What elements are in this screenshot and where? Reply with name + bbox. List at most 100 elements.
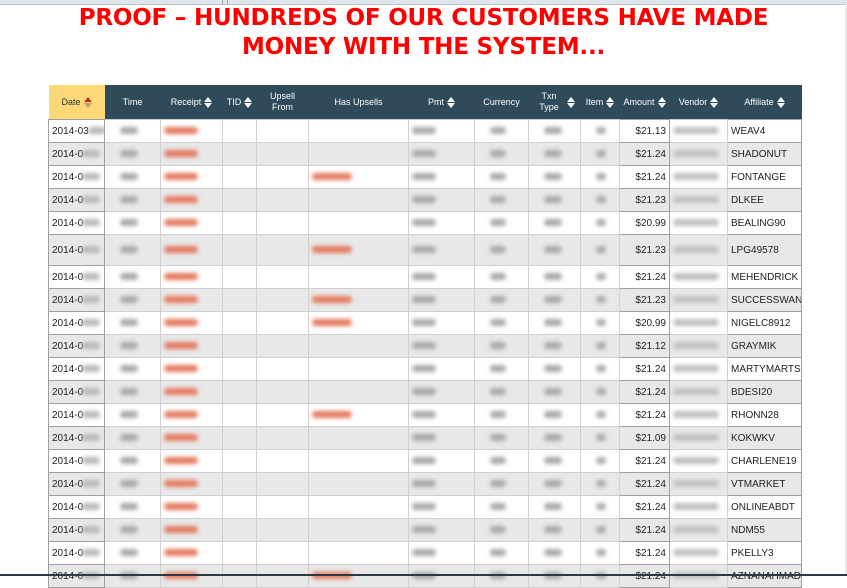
blurred-text <box>544 319 562 327</box>
cell-receipt <box>160 426 223 450</box>
blurred-text <box>596 549 606 557</box>
sort-icon[interactable] <box>710 96 719 108</box>
column-header-currency[interactable]: Currency <box>474 85 529 120</box>
table-row[interactable]: 2014-0 $21.24 AZNANAHMAD <box>48 564 802 588</box>
blurred-text <box>120 365 138 373</box>
table-row[interactable]: 2014-0 $21.24 FONTANGE <box>48 165 802 189</box>
column-header-amount[interactable]: Amount <box>619 85 670 120</box>
blurred-text <box>596 173 606 181</box>
cell-item <box>580 265 620 289</box>
table-row[interactable]: 2014-0 $21.24 SHADONUT <box>48 142 802 166</box>
column-header-txn-type[interactable]: Txn Type <box>528 85 581 120</box>
blurred-text <box>596 127 606 135</box>
column-header-label: TID <box>226 96 242 107</box>
blurred-text <box>312 246 352 254</box>
cell-affiliate: MARTYMARTS <box>727 357 802 381</box>
cell-affiliate: AZNANAHMAD <box>727 564 802 588</box>
date-text: 2014-0 <box>52 317 84 329</box>
cell-amount: $21.24 <box>619 449 670 473</box>
column-header-date[interactable]: Date <box>48 85 105 120</box>
table-row[interactable]: 2014-0 $21.23 DLKEE <box>48 188 802 212</box>
blurred-text <box>82 342 101 350</box>
column-header-receipt[interactable]: Receipt <box>160 85 223 120</box>
cell-upsell-from <box>256 357 309 381</box>
blurred-text <box>673 196 719 204</box>
sort-icon[interactable] <box>606 96 615 108</box>
cell-date: 2014-0 <box>48 449 105 473</box>
table-row[interactable]: 2014-0 $21.24 ONLINEABDT <box>48 495 802 519</box>
cell-amount: $21.23 <box>619 188 670 212</box>
table-row[interactable]: 2014-0 $21.24 VTMARKET <box>48 472 802 496</box>
cell-txn-type <box>528 311 581 335</box>
column-header-affiliate[interactable]: Affiliate <box>727 85 802 120</box>
blurred-text <box>120 173 138 181</box>
cell-tid <box>222 495 257 519</box>
column-header-item[interactable]: Item <box>580 85 620 120</box>
cell-affiliate: BEALING90 <box>727 211 802 235</box>
sort-icon[interactable] <box>204 96 213 108</box>
cell-tid <box>222 426 257 450</box>
table-row[interactable]: 2014-0 $21.24 RHONN28 <box>48 403 802 427</box>
cell-vendor <box>669 380 728 404</box>
date-text: 2014-0 <box>52 455 84 467</box>
table-row[interactable]: 2014-0 $21.24 CHARLENE19 <box>48 449 802 473</box>
cell-amount: $21.24 <box>619 142 670 166</box>
column-header-label: Receipt <box>170 96 202 107</box>
blurred-text <box>120 549 138 557</box>
cell-amount: $21.13 <box>619 119 670 143</box>
column-header-tid[interactable]: TID <box>222 85 257 120</box>
blurred-text <box>490 434 506 442</box>
cell-item <box>580 211 620 235</box>
blurred-text <box>596 246 606 254</box>
blurred-text <box>164 365 198 373</box>
blurred-text <box>120 150 138 158</box>
table-row[interactable]: 2014-0 $21.23 SUCCESSWAN <box>48 288 802 312</box>
cell-upsell-from <box>256 449 309 473</box>
cell-upsell-from <box>256 541 309 565</box>
table-row[interactable]: 2014-0 $21.24 NDM55 <box>48 518 802 542</box>
column-header-vendor[interactable]: Vendor <box>669 85 728 120</box>
column-header-upsell-from[interactable]: Upsell From <box>256 85 309 120</box>
table-row[interactable]: 2014-0 $20.99 NIGELC8912 <box>48 311 802 335</box>
table-row[interactable]: 2014-0 $21.12 GRAYMIK <box>48 334 802 358</box>
blurred-text <box>82 526 101 534</box>
cell-tid <box>222 518 257 542</box>
cell-currency <box>474 495 529 519</box>
cell-affiliate: WEAV4 <box>727 119 802 143</box>
sort-icon[interactable] <box>83 96 92 108</box>
column-header-pmt[interactable]: Pmt <box>408 85 475 120</box>
date-text: 2014-0 <box>52 148 84 160</box>
cell-vendor <box>669 495 728 519</box>
cell-time <box>104 495 161 519</box>
sort-icon[interactable] <box>447 96 455 108</box>
column-header-label: Upsell From <box>269 91 295 112</box>
table-row[interactable]: 2014-0 $21.24 MARTYMARTS <box>48 357 802 381</box>
column-header-time[interactable]: Time <box>104 85 161 120</box>
blurred-text <box>544 173 562 181</box>
blurred-text <box>673 273 719 281</box>
table-row[interactable]: 2014-03 $21.13 WEAV4 <box>48 119 802 143</box>
column-header-has-upsells[interactable]: Has Upsells <box>308 85 409 120</box>
blurred-text <box>120 296 138 304</box>
sort-icon[interactable] <box>567 96 575 108</box>
blurred-text <box>82 219 101 227</box>
sort-icon[interactable] <box>244 96 253 108</box>
date-text: 2014-0 <box>52 386 84 398</box>
table-row[interactable]: 2014-0 $21.23 LPG49578 <box>48 234 802 266</box>
cell-time <box>104 211 161 235</box>
table-row[interactable]: 2014-0 $21.24 PKELLY3 <box>48 541 802 565</box>
cell-currency <box>474 564 529 588</box>
table-row[interactable]: 2014-0 $21.24 BDESI20 <box>48 380 802 404</box>
blurred-text <box>164 342 198 350</box>
table-row[interactable]: 2014-0 $20.99 BEALING90 <box>48 211 802 235</box>
cell-tid <box>222 311 257 335</box>
table-row[interactable]: 2014-0 $21.24 MEHENDRICK <box>48 265 802 289</box>
blurred-text <box>673 388 719 396</box>
blurred-text <box>82 365 101 373</box>
cell-receipt <box>160 518 223 542</box>
table-row[interactable]: 2014-0 $21.09 KOKWKV <box>48 426 802 450</box>
cell-currency <box>474 211 529 235</box>
blurred-text <box>544 196 562 204</box>
sort-icon[interactable] <box>776 96 785 108</box>
sort-icon[interactable] <box>657 96 666 108</box>
